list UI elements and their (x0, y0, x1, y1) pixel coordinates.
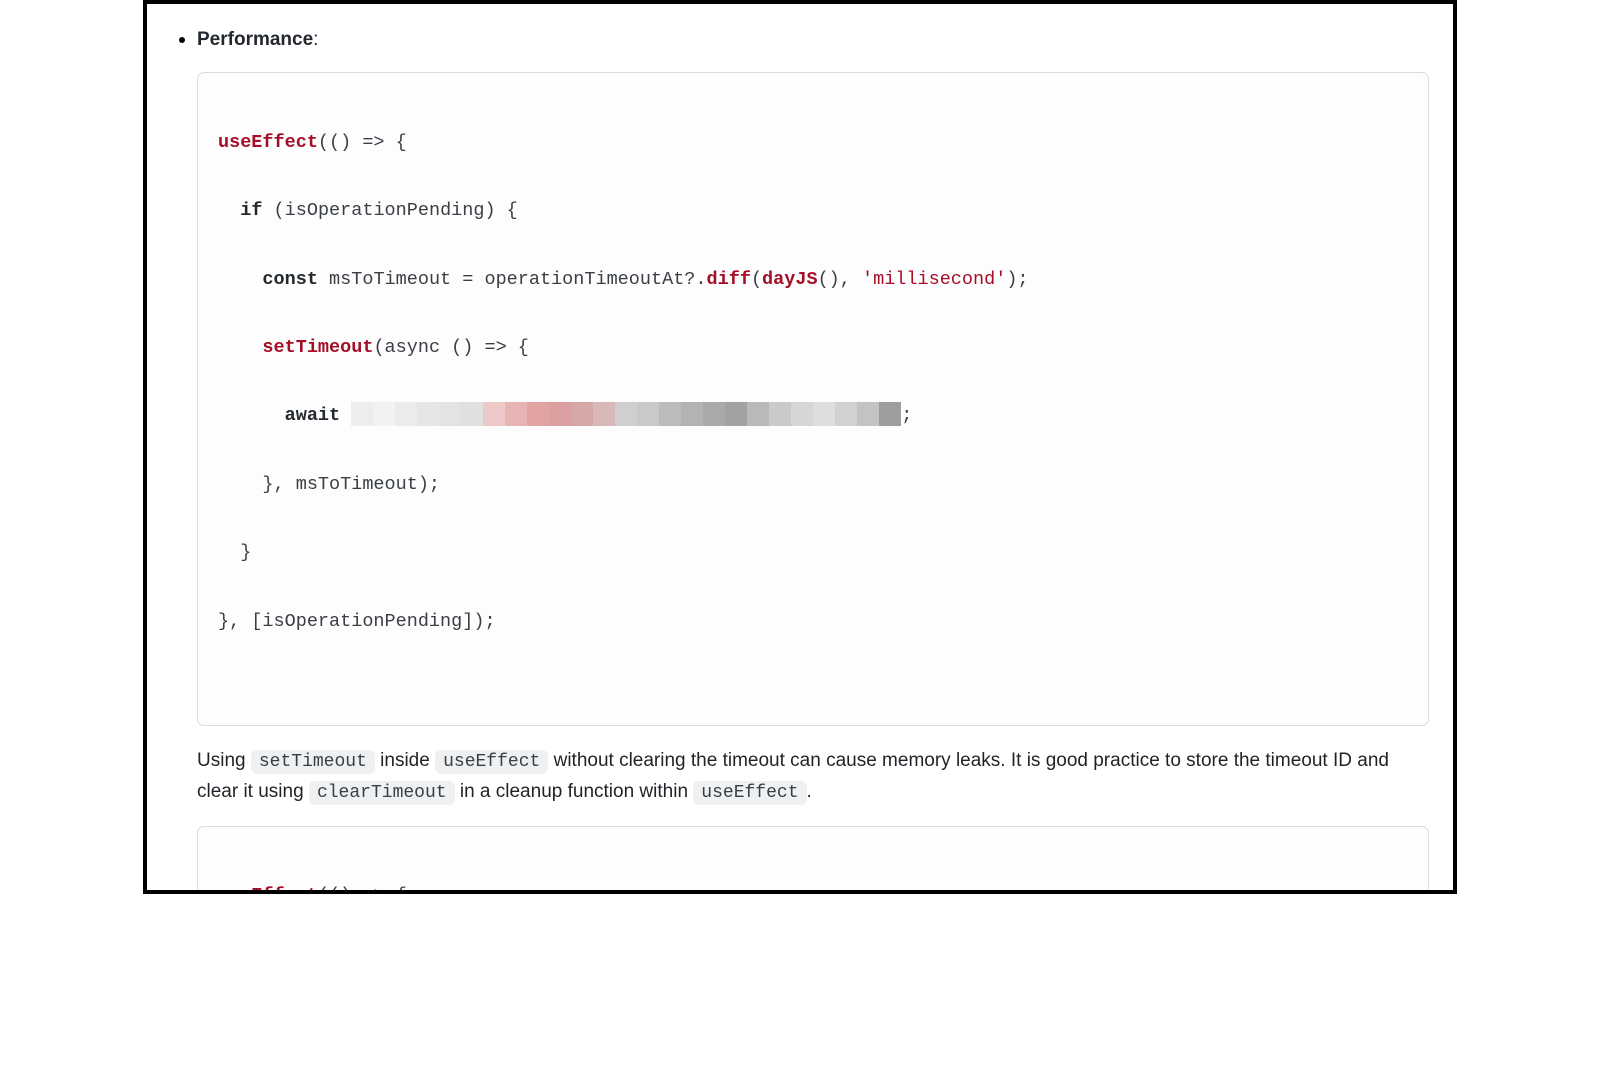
inline-code-cleartimeout: clearTimeout (309, 781, 455, 805)
document-frame: Performance: useEffect(() => { if (isOpe… (143, 0, 1457, 894)
token-string: 'millisecond' (862, 269, 1006, 290)
space (340, 405, 351, 426)
code-block-after: useEffect(() => { let timeoutId; if (isO… (197, 826, 1429, 894)
bullet-list: Performance: useEffect(() => { if (isOpe… (171, 24, 1429, 894)
code-line: setTimeout(async () => { (218, 331, 1408, 365)
code-line: const msToTimeout = operationTimeoutAt?.… (218, 263, 1408, 297)
token-useeffect: useEffect (218, 885, 318, 894)
token: msToTimeout = operationTimeoutAt?. (318, 269, 707, 290)
heading-after: : (313, 29, 318, 50)
token-settimeout: setTimeout (262, 337, 373, 358)
indent (218, 405, 285, 426)
token: (), (818, 269, 862, 290)
token: ); (1006, 269, 1028, 290)
token-useeffect: useEffect (218, 132, 318, 153)
text: Using (197, 750, 251, 771)
text: in a cleanup function within (455, 781, 694, 802)
token: (async () => { (373, 337, 528, 358)
explanation-paragraph: Using setTimeout inside useEffect withou… (197, 746, 1429, 808)
code-line: useEffect(() => { (218, 879, 1408, 894)
inline-code-settimeout: setTimeout (251, 750, 375, 774)
token-if: if (240, 200, 262, 221)
code-line: } (218, 536, 1408, 570)
heading-strong: Performance (197, 29, 313, 50)
code-line: }, msToTimeout); (218, 468, 1408, 502)
code-line: if (isOperationPending) { (218, 194, 1408, 228)
token-await: await (285, 405, 341, 426)
code-block-before: useEffect(() => { if (isOperationPending… (197, 72, 1429, 726)
code-line: useEffect(() => { (218, 126, 1408, 160)
token-diff: diff (707, 269, 751, 290)
text: inside (375, 750, 435, 771)
token: (() => { (318, 885, 407, 894)
code-line: await ; (218, 399, 1408, 433)
token: ( (751, 269, 762, 290)
token: (isOperationPending) { (262, 200, 517, 221)
redacted-block (351, 402, 901, 426)
indent (218, 269, 262, 290)
inline-code-useeffect-2: useEffect (693, 781, 806, 805)
token: (() => { (318, 132, 407, 153)
indent (218, 337, 262, 358)
token: ; (901, 405, 912, 426)
code-line: }, [isOperationPending]); (218, 605, 1408, 639)
bullet-item-performance: Performance: useEffect(() => { if (isOpe… (197, 24, 1429, 894)
token-const: const (262, 269, 318, 290)
text: . (807, 781, 812, 802)
inline-code-useeffect: useEffect (435, 750, 548, 774)
heading-line: Performance: (197, 29, 318, 50)
token-dayjs: dayJS (762, 269, 818, 290)
